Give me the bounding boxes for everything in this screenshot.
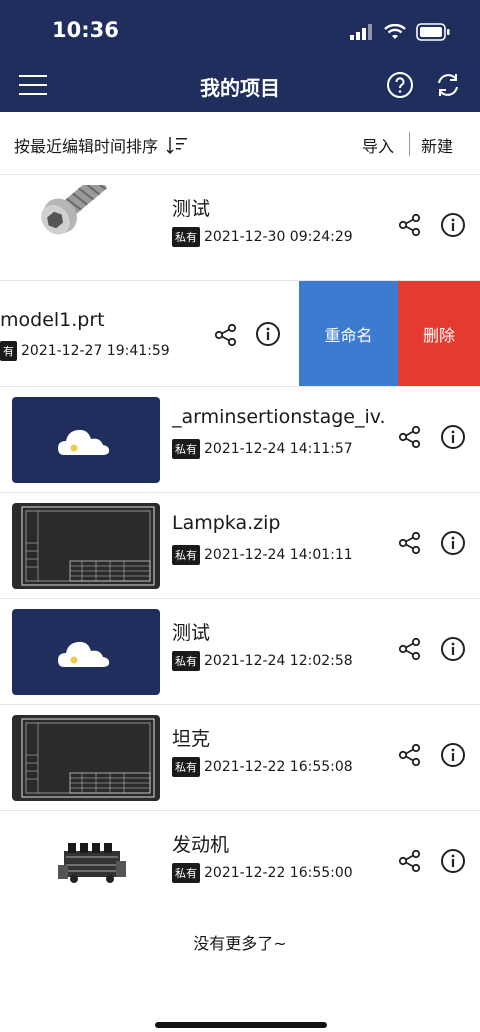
project-meta: 私有 2021-12-30 09:24:29: [172, 227, 353, 247]
share-icon[interactable]: [398, 531, 422, 555]
project-name: 测试: [172, 622, 211, 644]
cloud-icon: [58, 429, 110, 455]
project-thumbnail: [12, 397, 160, 483]
project-name: Lampka.zip: [172, 512, 281, 534]
project-row[interactable]: 发动机 私有 2021-12-22 16:55:00: [0, 810, 480, 916]
project-thumbnail: [12, 609, 160, 695]
status-time: 10:36: [52, 18, 119, 42]
project-name: 发动机: [172, 834, 230, 856]
project-thumbnail: [12, 821, 160, 907]
refresh-icon: [438, 74, 458, 96]
drawing-sheet-thumbnail: [21, 506, 155, 586]
project-name: 测试: [172, 198, 211, 220]
private-badge: 私有: [172, 439, 200, 459]
private-badge: 私有: [172, 227, 200, 247]
toolbar-divider: [409, 132, 410, 156]
project-name: model1.prt: [0, 309, 105, 331]
project-meta: 私有 2021-12-24 14:11:57: [172, 439, 353, 459]
private-badge: 私有: [172, 757, 200, 777]
project-date: 2021-12-22 16:55:00: [204, 865, 353, 881]
project-date: 2021-12-27 19:41:59: [21, 343, 170, 359]
project-thumbnail: [12, 503, 160, 589]
info-icon[interactable]: [440, 636, 466, 662]
sort-button[interactable]: 按最近编辑时间排序: [14, 133, 188, 157]
project-thumbnail: [12, 715, 160, 801]
share-icon[interactable]: [398, 637, 422, 661]
new-project-button[interactable]: 新建: [421, 133, 453, 157]
sort-descending-icon: [166, 137, 188, 155]
help-icon: [387, 72, 413, 98]
private-badge: 私有: [172, 545, 200, 565]
cellular-signal-icon: [350, 24, 372, 40]
private-badge: 有: [0, 341, 17, 361]
private-badge: 私有: [172, 863, 200, 883]
project-row[interactable]: _arminsertionstage_iv... 私有 2021-12-24 1…: [0, 386, 480, 492]
help-button[interactable]: [385, 70, 415, 100]
project-meta: 私有 2021-12-22 16:55:00: [172, 863, 353, 883]
info-icon[interactable]: [440, 530, 466, 556]
import-button[interactable]: 导入: [362, 133, 394, 157]
project-date: 2021-12-22 16:55:08: [204, 759, 353, 775]
info-icon[interactable]: [255, 321, 281, 347]
refresh-button[interactable]: [433, 70, 463, 100]
share-icon[interactable]: [398, 743, 422, 767]
sort-label: 按最近编辑时间排序: [14, 137, 159, 156]
rename-button[interactable]: 重命名: [299, 281, 398, 386]
home-indicator[interactable]: [155, 1022, 327, 1028]
app-header: 10:36 我的项目: [0, 0, 480, 112]
project-date: 2021-12-30 09:24:29: [204, 229, 353, 245]
project-date: 2021-12-24 14:11:57: [204, 441, 353, 457]
project-row[interactable]: 坦克 私有 2021-12-22 16:55:08: [0, 704, 480, 810]
project-name: _arminsertionstage_iv...: [172, 406, 387, 428]
list-toolbar: 按最近编辑时间排序 导入 新建: [0, 112, 480, 174]
project-thumbnail: [12, 185, 160, 271]
battery-icon: [416, 23, 450, 41]
project-meta: 私有 2021-12-24 14:01:11: [172, 545, 353, 565]
project-date: 2021-12-24 12:02:58: [204, 653, 353, 669]
project-date: 2021-12-24 14:01:11: [204, 547, 353, 563]
delete-button[interactable]: 删除: [398, 281, 480, 386]
bolt-model-thumbnail: [41, 185, 108, 235]
project-name: 坦克: [172, 728, 211, 750]
wifi-icon: [384, 24, 406, 39]
status-icons: [350, 22, 450, 42]
project-meta: 私有 2021-12-24 12:02:58: [172, 651, 353, 671]
private-badge: 私有: [172, 651, 200, 671]
list-end-message: 没有更多了~: [193, 934, 287, 953]
engine-model-thumbnail: [58, 843, 126, 883]
project-row[interactable]: Lampka.zip 私有 2021-12-24 14:01:11: [0, 492, 480, 598]
project-row[interactable]: 测试 私有 2021-12-30 09:24:29: [0, 174, 480, 280]
cloud-icon: [58, 641, 110, 667]
share-icon[interactable]: [398, 849, 422, 873]
share-icon[interactable]: [398, 213, 422, 237]
drawing-sheet-thumbnail: [21, 718, 155, 798]
share-icon[interactable]: [398, 425, 422, 449]
info-icon[interactable]: [440, 424, 466, 450]
info-icon[interactable]: [440, 848, 466, 874]
project-row[interactable]: 测试 私有 2021-12-24 12:02:58: [0, 598, 480, 704]
info-icon[interactable]: [440, 742, 466, 768]
project-row-swiped[interactable]: model1.prt 有 2021-12-27 19:41:59 重命名 删除: [0, 280, 480, 386]
project-meta: 有 2021-12-27 19:41:59: [0, 341, 170, 361]
info-icon[interactable]: [440, 212, 466, 238]
project-meta: 私有 2021-12-22 16:55:08: [172, 757, 353, 777]
share-icon[interactable]: [214, 323, 238, 347]
